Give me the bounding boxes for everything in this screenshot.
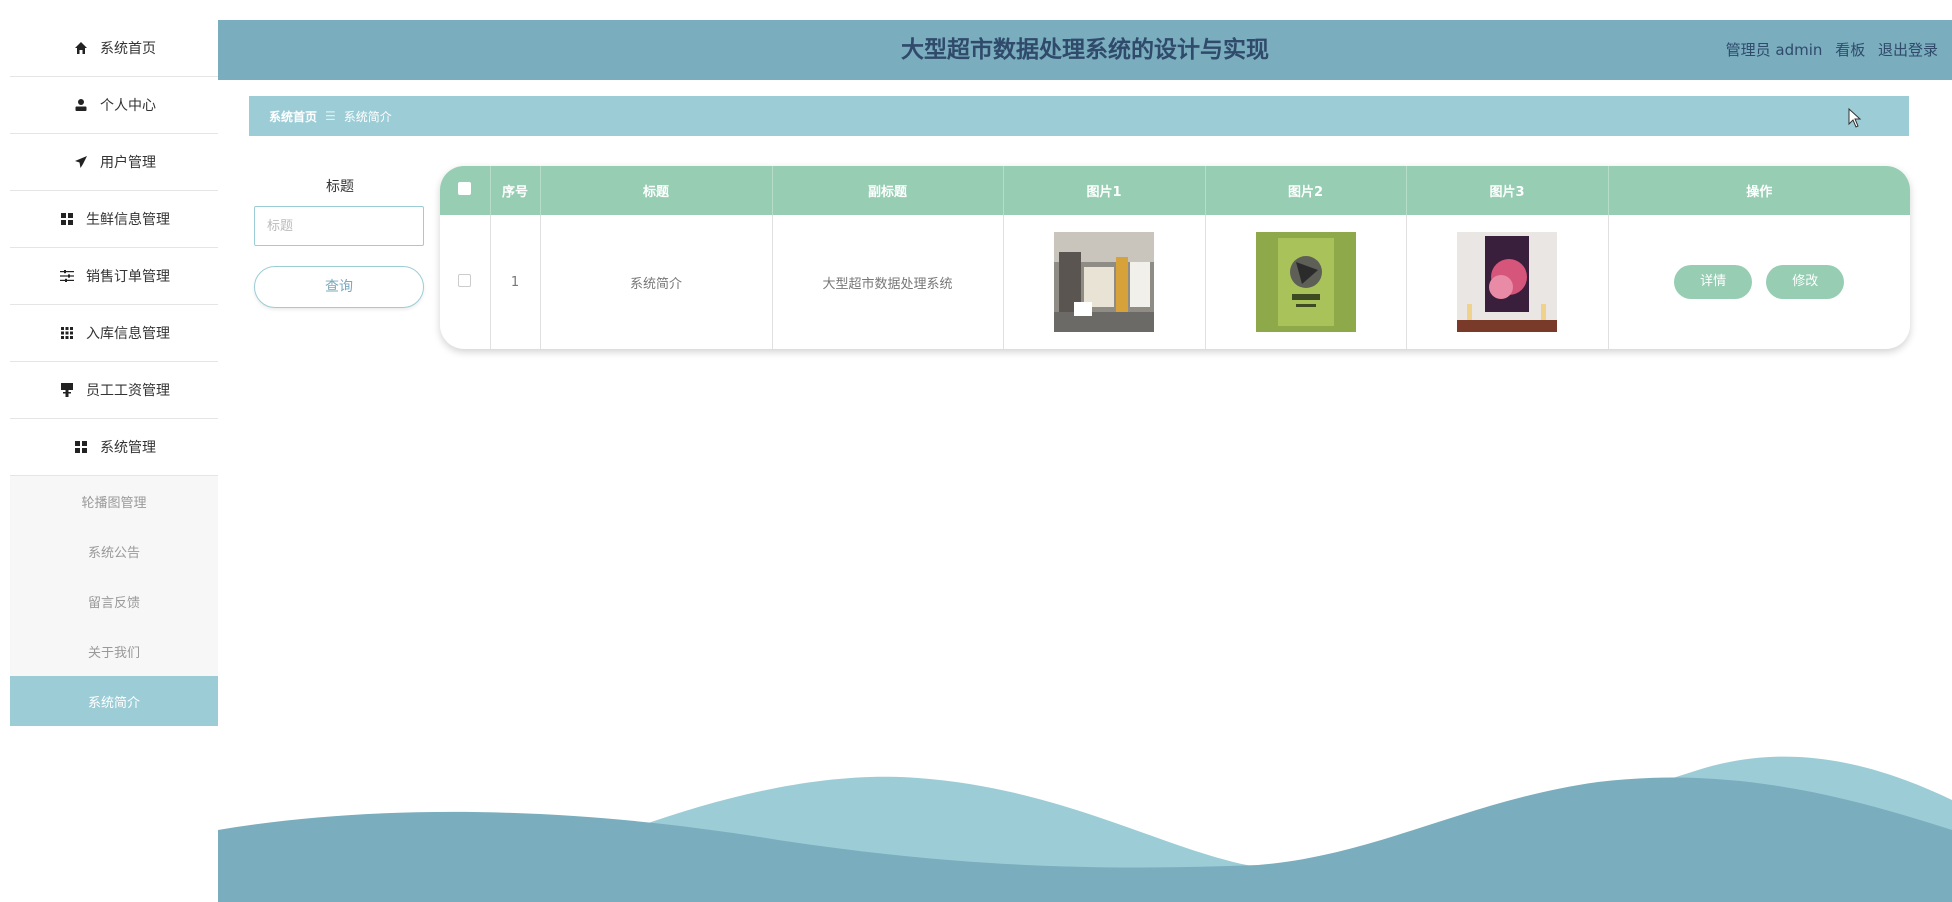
edit-button[interactable]: 修改 (1766, 265, 1845, 299)
grid-icon (58, 213, 76, 225)
sidebar-subitem-carousel[interactable]: 轮播图管理 (10, 476, 218, 526)
column-header: 图片2 (1205, 166, 1407, 215)
row-select-cell[interactable] (440, 215, 491, 349)
sidebar-item-profile[interactable]: 个人中心 (10, 77, 218, 134)
detail-button[interactable]: 详情 (1674, 265, 1753, 299)
page-title: 大型超市数据处理系统的设计与实现 (901, 37, 1269, 63)
sidebar-item-sales[interactable]: 销售订单管理 (10, 248, 218, 305)
board-link[interactable]: 看板 (1835, 41, 1865, 59)
interior-photo-thumbnail[interactable] (1054, 232, 1154, 332)
artwork-photo-thumbnail[interactable] (1457, 232, 1557, 332)
sidebar-subitem-notice[interactable]: 系统公告 (10, 526, 218, 576)
sidebar-item-system[interactable]: 系统管理 (10, 419, 218, 476)
column-header: 操作 (1746, 185, 1773, 200)
sidebar-item-label: 系统首页 (100, 41, 156, 57)
tag-icon (58, 383, 76, 397)
sidebar-item-label: 入库信息管理 (86, 326, 170, 342)
query-button[interactable]: 查询 (254, 266, 424, 308)
select-all-checkbox[interactable] (458, 182, 472, 195)
user-icon (72, 98, 90, 112)
breadcrumb: 系统首页 ☰ 系统简介 (249, 96, 1909, 136)
sidebar-subitem-intro[interactable]: 系统简介 (10, 676, 218, 726)
sidebar-item-users[interactable]: 用户管理 (10, 134, 218, 191)
sidebar: 系统首页 个人中心 用户管理 生鲜信息管理 销售订单管理 入库信息管理 员工工资… (10, 20, 218, 902)
table-row: 1 系统简介 大型超市数据处理系统 详情 修改 (440, 215, 1910, 349)
table-header-row: 序号 标题 副标题 图片1 图片2 图片3 操作 (440, 166, 1910, 215)
sidebar-item-salary[interactable]: 员工工资管理 (10, 362, 218, 419)
search-title-input[interactable] (254, 206, 424, 246)
sidebar-subitem-about[interactable]: 关于我们 (10, 626, 218, 676)
grid-icon (72, 441, 90, 453)
sidebar-item-label: 用户管理 (100, 155, 156, 171)
header-user-area: 管理员 admin 看板 退出登录 (1718, 20, 1938, 80)
column-header: 副标题 (772, 166, 1004, 215)
data-table: 序号 标题 副标题 图片1 图片2 图片3 操作 1 系统简介 大型超市数据处理… (440, 166, 1910, 349)
sidebar-item-label: 员工工资管理 (86, 383, 170, 399)
send-icon (72, 155, 90, 169)
row-checkbox[interactable] (458, 273, 472, 287)
breadcrumb-separator-icon: ☰ (325, 109, 336, 123)
sidebar-item-fresh[interactable]: 生鲜信息管理 (10, 191, 218, 248)
home-icon (72, 41, 90, 55)
sliders-icon (58, 270, 76, 282)
sidebar-item-label: 系统管理 (100, 440, 156, 456)
breadcrumb-home[interactable]: 系统首页 (269, 108, 317, 125)
admin-label: 管理员 admin (1725, 41, 1823, 59)
sidebar-item-stock[interactable]: 入库信息管理 (10, 305, 218, 362)
column-header: 序号 (490, 166, 541, 215)
sidebar-item-label: 个人中心 (100, 98, 156, 114)
column-header: 图片1 (1003, 166, 1206, 215)
row-image-2-cell (1205, 215, 1407, 349)
green-poster-thumbnail[interactable] (1255, 232, 1356, 332)
row-subtitle: 大型超市数据处理系统 (772, 215, 1004, 349)
sidebar-item-label: 生鲜信息管理 (86, 212, 170, 228)
column-header: 标题 (540, 166, 773, 215)
column-header: 图片3 (1406, 166, 1609, 215)
row-title: 系统简介 (540, 215, 773, 349)
row-actions: 详情 修改 (1608, 215, 1910, 349)
breadcrumb-current: 系统简介 (343, 109, 392, 124)
row-image-3-cell (1406, 215, 1609, 349)
sidebar-item-label: 销售订单管理 (86, 269, 170, 285)
header: 大型超市数据处理系统的设计与实现 管理员 admin 看板 退出登录 (218, 20, 1952, 80)
mouse-cursor-icon (1848, 108, 1862, 128)
apps-icon (58, 327, 76, 339)
row-image-1-cell (1003, 215, 1206, 349)
sidebar-subitem-feedback[interactable]: 留言反馈 (10, 576, 218, 626)
search-title-label: 标题 (326, 179, 354, 195)
row-index: 1 (490, 215, 541, 349)
select-all-cell[interactable] (440, 166, 491, 215)
sidebar-item-home[interactable]: 系统首页 (10, 20, 218, 77)
logout-link[interactable]: 退出登录 (1878, 41, 1938, 59)
decorative-waves (218, 756, 1952, 902)
